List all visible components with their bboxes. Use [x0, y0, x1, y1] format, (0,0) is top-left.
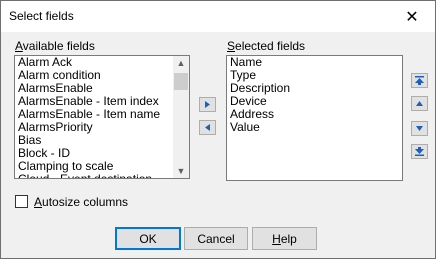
arrow-left-icon	[205, 124, 210, 131]
remove-field-button[interactable]	[199, 120, 216, 135]
available-scrollbar[interactable]: ▲ ▼	[173, 56, 189, 178]
close-button[interactable]: ✕	[389, 1, 435, 32]
select-fields-dialog: Select fields ✕ Available fields Alarm A…	[0, 0, 436, 259]
cancel-button[interactable]: Cancel	[184, 227, 248, 250]
help-label: Help	[272, 231, 297, 246]
autosize-label: Autosize columns	[34, 195, 129, 209]
available-items: Alarm Ack Alarm condition AlarmsEnable Alar…	[15, 56, 189, 179]
title-bar: Select fields ✕	[1, 1, 435, 32]
scroll-thumb[interactable]	[174, 73, 188, 90]
close-icon: ✕	[405, 8, 419, 26]
move-up-button[interactable]	[411, 96, 428, 111]
list-item[interactable]: Value	[227, 121, 402, 134]
move-bottom-icon	[415, 147, 424, 156]
list-item[interactable]: AlarmsPriority	[15, 121, 189, 134]
ok-button[interactable]: OK	[115, 227, 181, 250]
move-top-button[interactable]	[411, 73, 428, 88]
move-down-icon	[416, 126, 423, 131]
move-down-button[interactable]	[411, 121, 428, 136]
list-item[interactable]: Cloud - Event destination	[15, 173, 189, 179]
move-top-icon	[415, 76, 424, 85]
cancel-label: Cancel	[197, 231, 235, 246]
autosize-checkbox[interactable]	[15, 195, 28, 208]
selected-items: Name Type Description Device Address Value	[227, 56, 402, 134]
help-button[interactable]: Help	[252, 227, 317, 250]
arrow-right-icon	[205, 101, 210, 108]
move-up-icon	[416, 101, 423, 106]
scroll-down-arrow[interactable]: ▼	[173, 164, 189, 178]
dialog-title: Select fields	[9, 9, 74, 23]
available-fields-list[interactable]: Alarm Ack Alarm condition AlarmsEnable Alar…	[14, 55, 190, 179]
add-field-button[interactable]	[199, 97, 216, 112]
selected-fields-list[interactable]: Name Type Description Device Address Value	[226, 55, 403, 181]
ok-label: OK	[139, 231, 157, 246]
available-fields-label: Available fields	[15, 39, 95, 53]
scroll-up-arrow[interactable]: ▲	[173, 56, 189, 70]
selected-fields-label: Selected fields	[227, 39, 306, 53]
move-bottom-button[interactable]	[411, 144, 428, 159]
